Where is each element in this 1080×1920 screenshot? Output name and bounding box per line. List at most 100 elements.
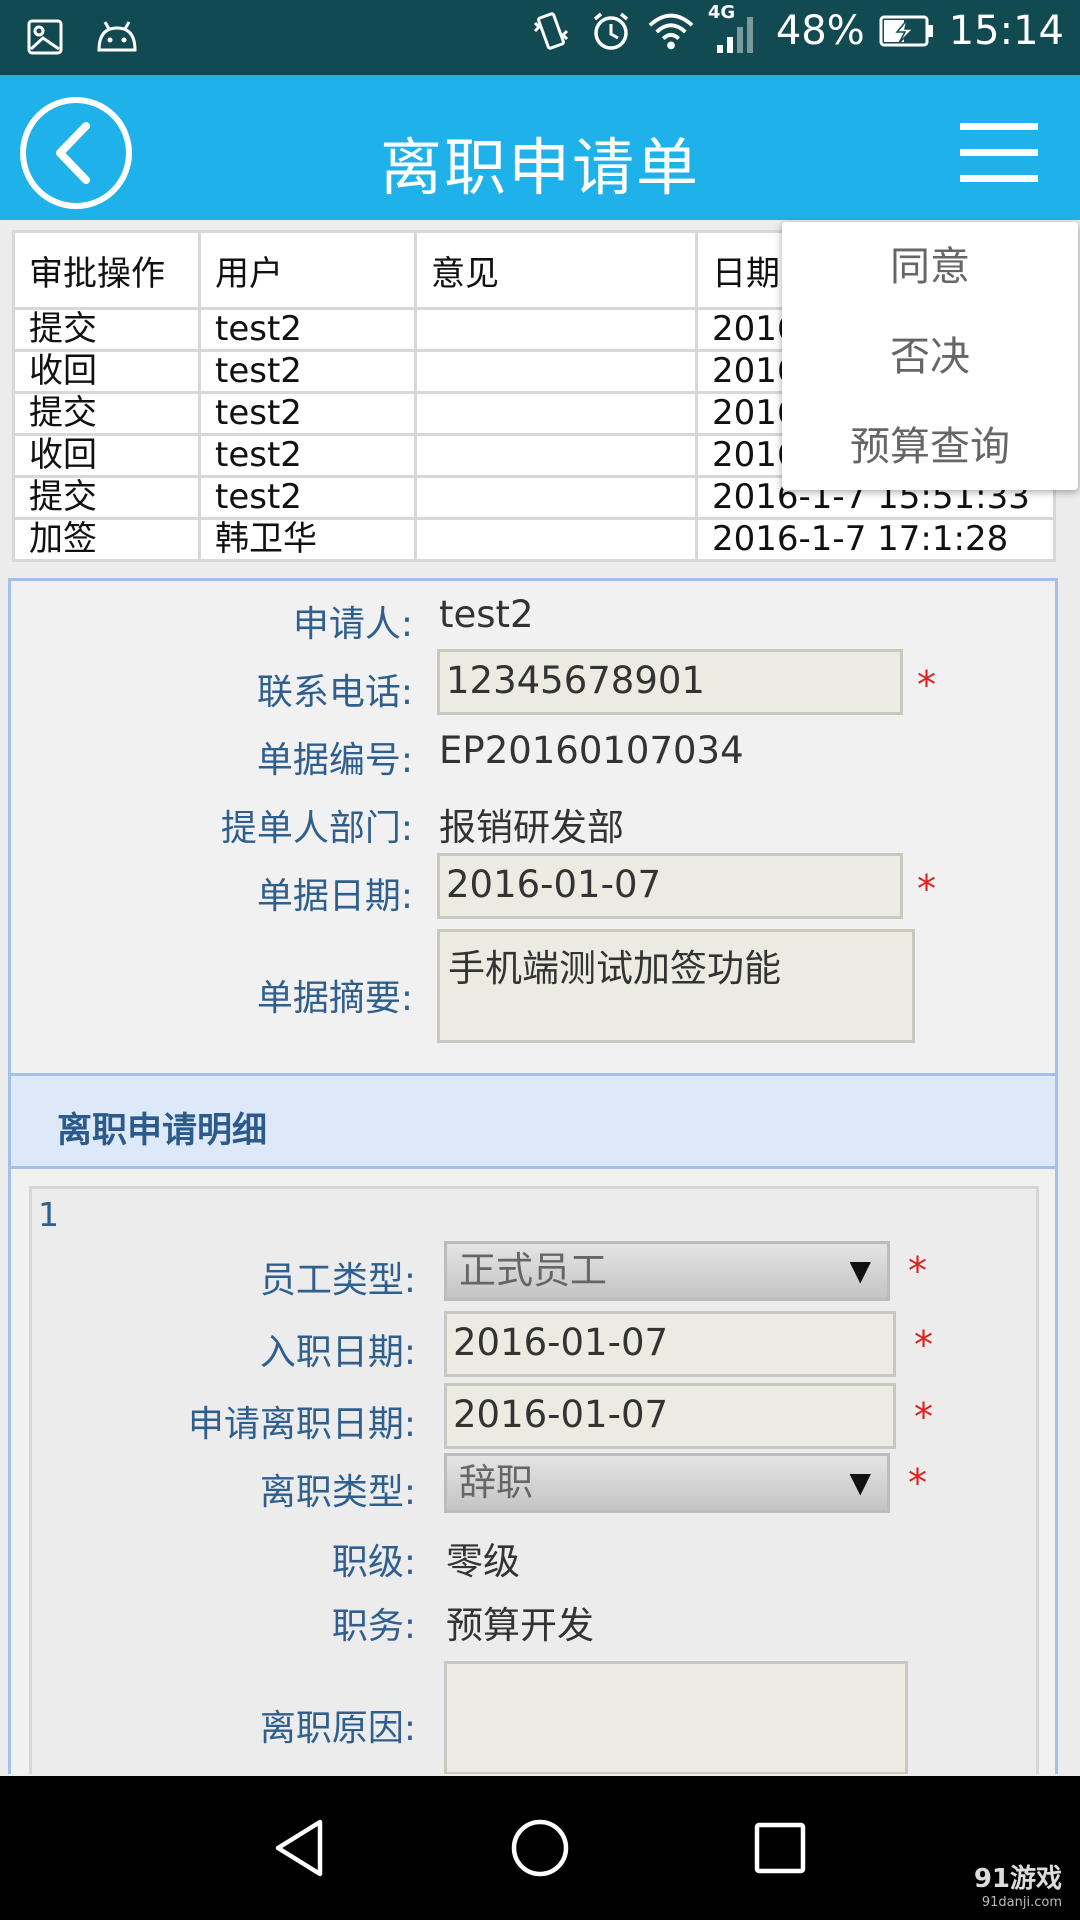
hire-date-row: 入职日期: 2016-01-07 * <box>14 1311 1058 1377</box>
phone-row: 联系电话: 12345678901 * <box>11 649 1055 717</box>
page-title: 离职申请单 <box>379 131 700 204</box>
cell-opinion <box>414 307 698 352</box>
leave-type-row: 离职类型: 辞职 ▼ * <box>14 1453 1058 1515</box>
phone-input[interactable]: 12345678901 <box>437 649 903 715</box>
required-mark: * <box>914 1323 933 1367</box>
cell-opinion <box>414 517 698 562</box>
cell-opinion <box>414 475 698 520</box>
status-bar: 4G 48% 15:14 <box>0 0 1080 75</box>
required-mark: * <box>917 867 936 911</box>
battery-charging-icon <box>879 8 935 54</box>
dropdown-arrow-icon: ▼ <box>849 1466 871 1499</box>
menu-button[interactable] <box>960 123 1038 183</box>
alarm-icon <box>588 8 634 54</box>
app-bar: 离职申请单 <box>0 75 1080 220</box>
cell-user: test2 <box>198 307 417 352</box>
network-type: 4G <box>707 2 736 23</box>
cell-user: test2 <box>198 433 417 478</box>
applicant-value: test2 <box>439 593 534 636</box>
table-row: 加签 韩卫华 2016-1-7 17:1:28 <box>12 517 1056 562</box>
leave-type-label: 离职类型: <box>259 1472 416 1513</box>
cell-user: test2 <box>198 391 417 436</box>
action-popup-menu: 同意 否决 预算查询 <box>782 222 1078 490</box>
vibrate-icon <box>528 8 574 54</box>
hamburger-icon-bar <box>960 175 1038 182</box>
leave-reason-label: 离职原因: <box>259 1708 416 1749</box>
hamburger-icon-bar <box>960 149 1038 156</box>
cell-action: 收回 <box>12 349 201 394</box>
section-title: 离职申请明细 <box>57 1111 268 1151</box>
cell-signal-icon: 4G <box>708 2 762 54</box>
cell-opinion <box>414 433 698 478</box>
required-mark: * <box>917 663 936 707</box>
hire-date-input[interactable]: 2016-01-07 <box>444 1311 896 1377</box>
employee-type-row: 员工类型: 正式员工 ▼ * <box>14 1241 1058 1303</box>
leave-date-row: 申请离职日期: 2016-01-07 * <box>14 1383 1058 1449</box>
cell-action: 提交 <box>12 475 201 520</box>
gallery-notification-icon <box>22 14 68 60</box>
watermark: 91游戏 91danji.com <box>974 1858 1062 1910</box>
cell-action: 提交 <box>12 307 201 352</box>
required-mark: * <box>908 1461 927 1505</box>
battery-percent: 48% <box>775 8 865 54</box>
android-debug-icon <box>94 14 140 60</box>
doc-number-row: 单据编号: EP20160107034 <box>11 717 1055 785</box>
form-panel: 申请人: test2 联系电话: 12345678901 * 单据编号: EP2… <box>8 578 1058 1774</box>
phone-label: 联系电话: <box>256 672 413 713</box>
required-mark: * <box>914 1395 933 1439</box>
leave-date-label: 申请离职日期: <box>187 1404 416 1445</box>
employee-type-label: 员工类型: <box>259 1260 416 1301</box>
nav-home-icon[interactable] <box>508 1816 572 1880</box>
employee-type-value: 正式员工 <box>459 1249 607 1292</box>
nav-back-icon[interactable] <box>268 1816 332 1880</box>
clock-time: 15:14 <box>948 8 1064 54</box>
hamburger-icon <box>960 123 1038 130</box>
menu-item-approve[interactable]: 同意 <box>782 222 1078 312</box>
detail-section-header[interactable]: 离职申请明细 <box>11 1073 1055 1169</box>
leave-reason-textarea[interactable] <box>444 1661 908 1774</box>
department-value: 报销研发部 <box>439 806 624 849</box>
menu-item-reject[interactable]: 否决 <box>782 312 1078 402</box>
summary-row: 单据摘要: 手机端测试加签功能 <box>11 929 1055 1045</box>
system-nav-bar: 91游戏 91danji.com <box>0 1776 1080 1920</box>
column-header-action: 审批操作 <box>12 230 201 310</box>
cell-opinion <box>414 349 698 394</box>
applicant-row: 申请人: test2 <box>11 581 1055 649</box>
column-header-opinion: 意见 <box>414 230 698 310</box>
cell-user: test2 <box>198 349 417 394</box>
leave-reason-row: 离职原因: <box>14 1661 1058 1774</box>
menu-item-budget-query[interactable]: 预算查询 <box>782 402 1078 492</box>
doc-date-input[interactable]: 2016-01-07 <box>437 853 903 919</box>
watermark-site: 91danji.com <box>981 1895 1062 1910</box>
detail-index: 1 <box>38 1195 59 1234</box>
department-row: 提单人部门: 报销研发部 <box>11 785 1055 853</box>
position-row: 职务: 预算开发 <box>14 1587 1058 1649</box>
position-value: 预算开发 <box>446 1604 594 1647</box>
doc-number-value: EP20160107034 <box>439 729 744 772</box>
cell-user: 韩卫华 <box>198 517 417 562</box>
employee-type-select[interactable]: 正式员工 ▼ <box>444 1241 890 1301</box>
leave-date-input[interactable]: 2016-01-07 <box>444 1383 896 1449</box>
column-header-user: 用户 <box>198 230 417 310</box>
job-level-value: 零级 <box>446 1540 520 1583</box>
hire-date-label: 入职日期: <box>259 1332 416 1373</box>
cell-action: 收回 <box>12 433 201 478</box>
summary-textarea[interactable]: 手机端测试加签功能 <box>437 929 915 1043</box>
dropdown-arrow-icon: ▼ <box>849 1254 871 1287</box>
leave-type-value: 辞职 <box>459 1461 533 1504</box>
department-label: 提单人部门: <box>220 808 413 849</box>
wifi-icon <box>648 8 694 54</box>
nav-recents-icon[interactable] <box>748 1816 812 1880</box>
required-mark: * <box>908 1249 927 1293</box>
doc-date-row: 单据日期: 2016-01-07 * <box>11 853 1055 921</box>
summary-label: 单据摘要: <box>256 978 413 1019</box>
cell-opinion <box>414 391 698 436</box>
cell-action: 提交 <box>12 391 201 436</box>
watermark-brand: 91游戏 <box>973 1864 1062 1894</box>
detail-item-card: 1 员工类型: 正式员工 ▼ * 入职日期: 2016-01-07 * 申请离职… <box>29 1186 1039 1774</box>
cell-action: 加签 <box>12 517 201 562</box>
cell-user: test2 <box>198 475 417 520</box>
cell-date: 2016-1-7 17:1:28 <box>695 517 1056 562</box>
doc-number-label: 单据编号: <box>256 740 413 781</box>
leave-type-select[interactable]: 辞职 ▼ <box>444 1453 890 1513</box>
